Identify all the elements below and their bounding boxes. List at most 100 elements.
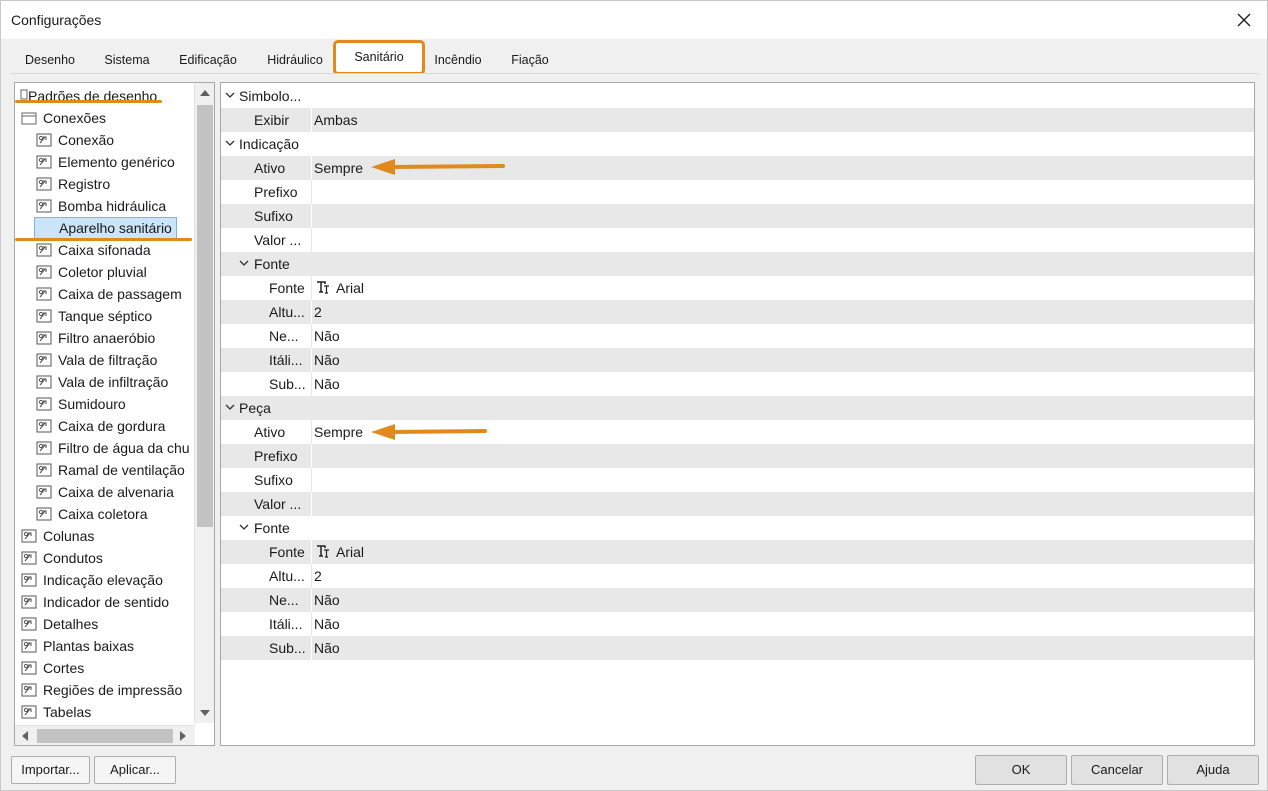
tab-incendio[interactable]: Incêndio (427, 45, 489, 73)
tree-root-label: Padrões de desenho (28, 88, 158, 104)
tree-item-label: Elemento genérico (58, 154, 175, 170)
property-name: Sufixo (254, 208, 293, 224)
property-row[interactable]: Ne... Não (221, 324, 1254, 348)
settings-object-icon (36, 243, 52, 257)
property-name: Ativo (254, 160, 286, 176)
settings-object-icon (21, 683, 37, 697)
property-value[interactable]: Não (314, 636, 340, 660)
property-value[interactable]: Não (314, 348, 340, 372)
property-value[interactable]: Ambas (314, 108, 358, 132)
property-row[interactable]: Prefixo (221, 180, 1254, 204)
close-button[interactable] (1229, 5, 1259, 35)
property-value[interactable]: Sempre (314, 420, 363, 444)
settings-object-icon (21, 551, 37, 565)
scroll-right-icon[interactable] (180, 731, 186, 741)
tab-desenho[interactable]: Desenho (15, 45, 85, 73)
tree-item-label: Tabelas (43, 704, 92, 720)
property-value[interactable]: 2 (314, 564, 322, 588)
tab-hidraulico[interactable]: Hidráulico (258, 45, 332, 73)
tree-item-label: Tanque séptico (58, 308, 153, 324)
property-row[interactable]: Sub... Não (221, 636, 1254, 660)
tab-edificacao[interactable]: Edificação (171, 45, 245, 73)
property-value[interactable]: Arial (336, 276, 364, 300)
tree-item-label: Conexão (58, 132, 115, 148)
annotation-underline (15, 238, 192, 241)
settings-object-icon (21, 573, 37, 587)
tree-horizontal-scrollbar[interactable] (15, 725, 195, 745)
property-row[interactable]: Sub... Não (221, 372, 1254, 396)
property-row[interactable]: Fonte Arial (221, 276, 1254, 300)
subcategory-label: Fonte (254, 520, 290, 536)
property-name: Sub... (269, 376, 306, 392)
property-grid[interactable]: Simbolo... Exibir Ambas Indicação Ativo … (220, 82, 1255, 746)
tree-item-label: Regiões de impressão (43, 682, 183, 698)
annotation-arrow-icon (371, 424, 487, 440)
tree-item-label: Caixa de passagem (58, 286, 182, 302)
close-icon (1237, 13, 1251, 27)
category-peca[interactable]: Peça (221, 396, 1254, 420)
tree-item-label: Coletor pluvial (58, 264, 147, 280)
property-row[interactable]: Prefixo (221, 444, 1254, 468)
property-row[interactable]: Exibir Ambas (221, 108, 1254, 132)
property-row[interactable]: Valor ... (221, 492, 1254, 516)
property-row[interactable]: Sufixo (221, 468, 1254, 492)
property-row[interactable]: Sufixo (221, 204, 1254, 228)
tree-item-label: Condutos (43, 550, 103, 566)
subcategory-fonte[interactable]: Fonte (221, 252, 1254, 276)
settings-object-icon (36, 397, 52, 411)
property-value[interactable]: 2 (314, 300, 322, 324)
scroll-thumb[interactable] (197, 105, 213, 527)
tree-item-label: Caixa coletora (58, 506, 148, 522)
help-button[interactable]: Ajuda (1167, 755, 1259, 785)
property-name: Ne... (269, 328, 299, 344)
tab-strip: Desenho Sistema Edificação Hidráulico Sa… (11, 40, 1257, 75)
tab-fiacao[interactable]: Fiação (501, 45, 559, 73)
property-value[interactable]: Não (314, 588, 340, 612)
property-value[interactable]: Não (314, 372, 340, 396)
tab-sistema[interactable]: Sistema (95, 45, 159, 73)
property-value[interactable]: Não (314, 612, 340, 636)
settings-object-icon (36, 485, 52, 499)
tree-item-label: Bomba hidráulica (58, 198, 167, 214)
category-simbolo[interactable]: Simbolo... (221, 84, 1254, 108)
chevron-down-icon[interactable] (239, 260, 249, 267)
settings-object-icon (21, 617, 37, 631)
chevron-down-icon[interactable] (225, 140, 235, 147)
tab-sanitario[interactable]: Sanitário (333, 40, 425, 75)
scroll-left-icon[interactable] (22, 731, 28, 741)
apply-button[interactable]: Aplicar... (94, 756, 176, 784)
tree-item-label: Caixa sifonada (58, 242, 151, 258)
import-button[interactable]: Importar... (11, 756, 90, 784)
chevron-down-icon[interactable] (225, 92, 235, 99)
scroll-down-icon[interactable] (200, 710, 210, 716)
tree-item-label: Detalhes (43, 616, 99, 632)
tree-item-label: Caixa de gordura (58, 418, 166, 434)
property-name: Ativo (254, 424, 286, 440)
property-row[interactable]: Itáli... Não (221, 612, 1254, 636)
tree-item-label: Aparelho sanitário (34, 217, 177, 239)
property-row[interactable]: Itáli... Não (221, 348, 1254, 372)
ok-button[interactable]: OK (975, 755, 1067, 785)
scroll-thumb[interactable] (37, 729, 173, 743)
tree-vertical-scrollbar[interactable] (194, 83, 214, 723)
property-row[interactable]: Altu... 2 (221, 564, 1254, 588)
property-row[interactable]: Valor ... (221, 228, 1254, 252)
property-value[interactable]: Não (314, 324, 340, 348)
property-value[interactable]: Arial (336, 540, 364, 564)
scroll-up-icon[interactable] (200, 90, 210, 96)
cancel-button[interactable]: Cancelar (1071, 755, 1163, 785)
property-row[interactable]: Altu... 2 (221, 300, 1254, 324)
category-indicacao[interactable]: Indicação (221, 132, 1254, 156)
property-row[interactable]: Fonte Arial (221, 540, 1254, 564)
chevron-down-icon[interactable] (225, 404, 235, 411)
tab-sanitario-label: Sanitário (354, 50, 404, 64)
property-name: Altu... (269, 568, 305, 584)
settings-tree[interactable]: Padrões de desenho Conexões Conexão Eleme… (14, 82, 215, 746)
settings-object-icon (36, 353, 52, 367)
subcategory-fonte[interactable]: Fonte (221, 516, 1254, 540)
subcategory-label: Fonte (254, 256, 290, 272)
property-value[interactable]: Sempre (314, 156, 363, 180)
tree-item-label: Plantas baixas (43, 638, 135, 654)
property-row[interactable]: Ne... Não (221, 588, 1254, 612)
chevron-down-icon[interactable] (239, 524, 249, 531)
